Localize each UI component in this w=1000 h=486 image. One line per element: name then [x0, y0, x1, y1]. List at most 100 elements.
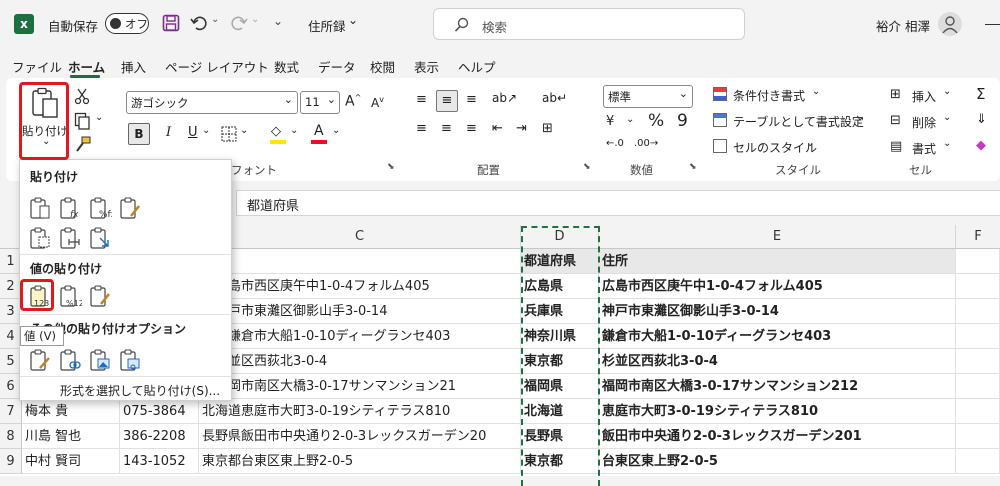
wrap-text-icon[interactable]: ab↵: [542, 91, 567, 105]
align-top-icon[interactable]: ≡: [416, 92, 427, 107]
cell-e5[interactable]: 杉並区西荻北3-0-4: [599, 349, 956, 374]
customize-qat-icon[interactable]: ⌄: [273, 14, 283, 28]
tab-help[interactable]: ヘルプ: [458, 57, 496, 76]
autosum-icon[interactable]: Σ: [976, 85, 985, 103]
currency-icon[interactable]: ¥: [606, 114, 614, 129]
border-dropdown-icon[interactable]: ⌄: [240, 125, 248, 136]
cell-f2[interactable]: [956, 274, 1000, 299]
underline-icon[interactable]: U: [188, 125, 198, 140]
filename[interactable]: 住所録: [308, 16, 346, 35]
user-name[interactable]: 裕介 相澤: [876, 16, 930, 35]
formula-bar[interactable]: 都道府県: [236, 190, 1000, 216]
tab-home[interactable]: ホーム: [68, 57, 105, 76]
tab-file[interactable]: ファイル: [12, 57, 62, 76]
save-icon[interactable]: [162, 14, 180, 32]
row-header[interactable]: 8: [0, 424, 22, 449]
cell-a7[interactable]: 梅本 貴: [22, 399, 120, 424]
align-dialog-launcher-icon[interactable]: ⬊: [583, 162, 591, 172]
percent-icon[interactable]: %: [648, 111, 664, 131]
cell-f4[interactable]: [956, 324, 1000, 349]
cell-b9[interactable]: 143-1052: [120, 449, 199, 474]
cell-e8[interactable]: 飯田市中央通り2-0-3レックスガーデン201: [599, 424, 956, 449]
paste-values-number-format-icon[interactable]: %123: [58, 284, 82, 308]
border-icon[interactable]: [221, 126, 237, 142]
fill-down-icon[interactable]: ⇓: [976, 112, 987, 127]
align-left-icon[interactable]: ≡: [416, 121, 427, 136]
tab-formulas[interactable]: 数式: [274, 57, 299, 76]
cell-c3[interactable]: 県神戸市東灘区御影山手3-0-14: [199, 299, 521, 324]
cell-c8[interactable]: 長野県飯田市中央通り2-0-3レックスガーデン20: [199, 424, 521, 449]
decrease-indent-icon[interactable]: ⇤: [492, 121, 503, 136]
cell-b7[interactable]: 075-3864: [120, 399, 199, 424]
align-right-icon[interactable]: ≡: [466, 121, 477, 136]
format-painter-icon[interactable]: [74, 136, 92, 154]
copy-dropdown-icon[interactable]: ⌄: [95, 112, 103, 123]
tab-insert[interactable]: 挿入: [121, 57, 146, 76]
comma-icon[interactable]: 9: [677, 111, 688, 131]
align-middle-button[interactable]: ≡: [436, 90, 458, 112]
increase-font-icon[interactable]: A^: [345, 93, 361, 110]
format-as-table-chevron-icon[interactable]: ⌄: [856, 112, 864, 123]
tab-data[interactable]: データ: [318, 57, 356, 76]
decrease-font-icon[interactable]: Av: [371, 95, 384, 110]
paste-keep-width-icon[interactable]: [58, 226, 82, 250]
cell-e9[interactable]: 台東区東上野2-0-5: [599, 449, 956, 474]
cell-b8[interactable]: 386-2208: [120, 424, 199, 449]
cell-c4[interactable]: 川県鎌倉市大船1-0-10ディーグランセ403: [199, 324, 521, 349]
paste-formatting-icon[interactable]: [28, 348, 52, 372]
italic-icon[interactable]: I: [166, 125, 171, 140]
avatar[interactable]: [938, 12, 962, 36]
paste-link-icon[interactable]: [58, 348, 82, 372]
cut-icon[interactable]: [74, 87, 90, 105]
autosave-toggle[interactable]: オフ: [105, 13, 149, 34]
tab-review[interactable]: 校閲: [370, 57, 395, 76]
redo-icon[interactable]: [230, 14, 248, 32]
cell-e3[interactable]: 神戸市東灘区御影山手3-0-14: [599, 299, 956, 324]
cell-c7[interactable]: 北海道恵庭市大町3-0-19シティテラス810: [199, 399, 521, 424]
cell-c9[interactable]: 東京都台東区東上野2-0-5: [199, 449, 521, 474]
insert-chevron-icon[interactable]: ⌄: [943, 86, 951, 97]
paste-no-borders-icon[interactable]: [28, 226, 52, 250]
cell-f6[interactable]: [956, 374, 1000, 399]
col-header-e[interactable]: E: [599, 225, 956, 249]
cell-e1[interactable]: 住所: [599, 249, 956, 274]
cell-f8[interactable]: [956, 424, 1000, 449]
filename-chevron-icon[interactable]: ⌄: [348, 13, 358, 27]
paste-formulas-number-icon[interactable]: %fx: [88, 196, 112, 220]
delete-chevron-icon[interactable]: ⌄: [943, 112, 951, 123]
number-format-select[interactable]: 標準 ⌄: [603, 85, 693, 108]
fill-dropdown-icon[interactable]: ⌄: [290, 125, 298, 136]
paste-values-source-format-icon[interactable]: [88, 284, 112, 308]
orientation-icon[interactable]: ab↗: [492, 91, 517, 105]
font-color-icon[interactable]: A: [311, 123, 327, 144]
cell-c2[interactable]: 県広島市西区庚午中1-0-4フォルム405: [199, 274, 521, 299]
cell-f5[interactable]: [956, 349, 1000, 374]
minimize-icon[interactable]: [985, 24, 1000, 25]
row-header[interactable]: 7: [0, 399, 22, 424]
format-chevron-icon[interactable]: ⌄: [943, 138, 951, 149]
copy-icon[interactable]: [74, 112, 90, 130]
cell-f1[interactable]: [956, 249, 1000, 274]
redo-dropdown-icon[interactable]: ⌄: [251, 14, 259, 25]
cell-a9[interactable]: 中村 賢司: [22, 449, 120, 474]
col-header-f[interactable]: F: [956, 225, 1000, 249]
cell-e7[interactable]: 恵庭市大町3-0-19シティテラス810: [599, 399, 956, 424]
cell-f7[interactable]: [956, 399, 1000, 424]
undo-dropdown-icon[interactable]: ⌄: [211, 14, 219, 25]
fill-color-icon[interactable]: ◇: [270, 124, 286, 144]
cell-f9[interactable]: [956, 449, 1000, 474]
font-name-select[interactable]: 游ゴシック ⌄: [126, 91, 298, 114]
align-center-icon[interactable]: ≡: [441, 121, 452, 136]
number-dialog-launcher-icon[interactable]: ⬊: [689, 162, 697, 172]
currency-dropdown-icon[interactable]: ⌄: [626, 114, 634, 125]
conditional-format-chevron-icon[interactable]: ⌄: [812, 86, 820, 97]
font-color-dropdown-icon[interactable]: ⌄: [332, 125, 340, 136]
paste-keep-source-format-icon[interactable]: [118, 196, 142, 220]
paste-special-item[interactable]: 形式を選択して貼り付け(S)...: [60, 382, 220, 399]
paste-all-icon[interactable]: [28, 196, 52, 220]
tab-page-layout[interactable]: ページ レイアウト: [165, 57, 269, 76]
underline-dropdown-icon[interactable]: ⌄: [202, 125, 210, 136]
clear-icon[interactable]: ◆: [976, 138, 986, 153]
decrease-decimal-icon[interactable]: .00→: [634, 138, 658, 149]
tab-view[interactable]: 表示: [414, 57, 439, 76]
